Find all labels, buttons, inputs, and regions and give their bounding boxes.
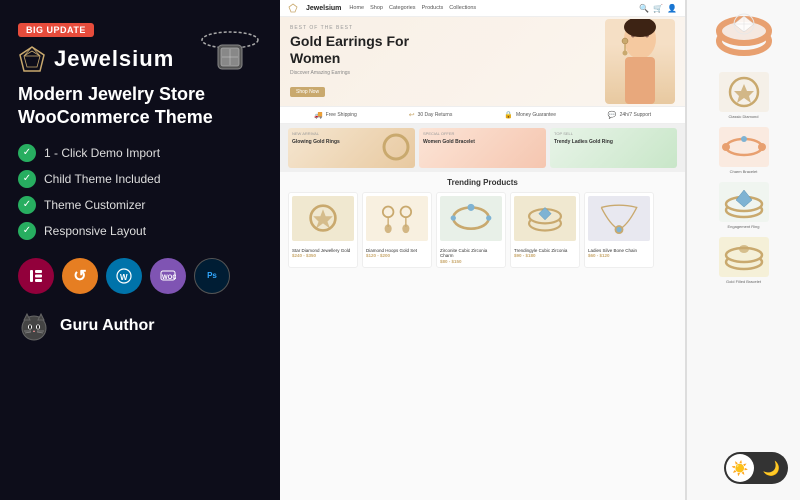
- woman-svg: [605, 19, 675, 104]
- side-item-3: Engagement Ring: [691, 182, 796, 229]
- left-panel: Big Update Jewelsium Modern Jewelry Stor…: [0, 0, 280, 500]
- guarantee-icon: 🔒: [504, 111, 513, 119]
- side-item-4: Gold Filled Bracelet: [691, 237, 796, 284]
- side-label-3: Engagement Ring: [727, 224, 759, 229]
- banner-1-ring: [381, 132, 411, 162]
- hero-text: BEST OF THE BEST Gold Earrings For Women…: [290, 25, 605, 99]
- products-section: Trending Products Star Diamond Jewellery…: [280, 172, 685, 500]
- preview-wrapper: Jewelsium Home Shop Categories Products …: [280, 0, 800, 500]
- author-row: Guru Author: [18, 310, 262, 342]
- product-price-3: $80 - $150: [440, 259, 502, 264]
- svg-text:WOO: WOO: [162, 275, 176, 281]
- banner-2-label: Women Gold Bracelet: [419, 136, 546, 148]
- main-preview: Jewelsium Home Shop Categories Products …: [280, 0, 685, 500]
- section-title: Trending Products: [288, 178, 677, 187]
- product-price-2: $120 - $200: [366, 253, 428, 258]
- diamond-icon: [18, 45, 46, 73]
- theme-nav-logo: Jewelsium: [306, 5, 341, 12]
- side-ring-decoration: [691, 6, 796, 66]
- check-icon-2: ✓: [18, 170, 36, 188]
- page-container: Big Update Jewelsium Modern Jewelry Stor…: [0, 0, 800, 500]
- theme-nav-items: Home Shop Categories Products Collection…: [349, 5, 476, 11]
- theme-nav-actions: 🔍 🛒 👤: [639, 4, 677, 13]
- returns-icon: ↩: [409, 111, 415, 119]
- side-img-2: [719, 127, 769, 167]
- side-item-2: Charm Bracelet: [691, 127, 796, 174]
- moon-icon: 🌙: [763, 460, 780, 477]
- feature-guarantee: 🔒 Money Guarantee: [504, 111, 556, 119]
- product-price-5: $60 - $120: [588, 253, 650, 258]
- feature-support: 💬 24h/7 Support: [608, 111, 651, 119]
- banners-row: NEW ARRIVAL Glowing Gold Rings SPECIAL O…: [280, 124, 685, 172]
- hero-label: BEST OF THE BEST: [290, 25, 605, 31]
- product-card-4: Trendingyle Cubic Zirconia $90 - $180: [510, 192, 580, 268]
- theme-toggle[interactable]: ☀️ 🌙: [724, 452, 788, 484]
- banner-3-label: Trendy Ladies Gold Ring: [550, 136, 677, 148]
- elementor-badge: [18, 258, 54, 294]
- banner-2: SPECIAL OFFER Women Gold Bracelet: [419, 128, 546, 168]
- side-img-4: [719, 237, 769, 277]
- shipping-icon: 🚚: [314, 111, 323, 119]
- necklace-decoration: [190, 10, 270, 100]
- check-icon-3: ✓: [18, 196, 36, 214]
- product-name-3: Zirconite Cubic Zirconia Charm: [440, 248, 502, 259]
- svg-text:W: W: [120, 273, 128, 282]
- support-icon: 💬: [608, 111, 617, 119]
- customizer-badge: ↺: [62, 258, 98, 294]
- hero-woman-image: [605, 19, 675, 104]
- sun-icon: ☀️: [731, 460, 748, 477]
- theme-nav: Jewelsium Home Shop Categories Products …: [280, 0, 685, 17]
- big-update-badge: Big Update: [18, 23, 94, 37]
- product-card-5: Ladies Silve Bone Chain $60 - $120: [584, 192, 654, 268]
- side-item-1: Classic Diamond: [691, 72, 796, 119]
- product-img-5: [588, 196, 650, 241]
- features-bar: 🚚 Free Shipping ↩ 30 Day Returns 🔒 Money…: [280, 107, 685, 124]
- banner-3: TOP SELL Trendy Ladies Gold Ring: [550, 128, 677, 168]
- side-label-1: Classic Diamond: [728, 114, 758, 119]
- product-img-2: [366, 196, 428, 241]
- hero-cta-button[interactable]: Shop Now: [290, 87, 325, 97]
- product-price-4: $90 - $180: [514, 253, 576, 258]
- brand-name: Jewelsium: [54, 46, 174, 72]
- side-preview: Classic Diamond Charm Bracelet: [685, 0, 800, 500]
- author-label: Guru Author: [60, 317, 155, 335]
- hero-subtitle: Discover Amazing Earrings: [290, 70, 605, 76]
- products-grid: Star Diamond Jewellery Gold $240 - $350: [288, 192, 677, 268]
- guru-author-icon: [18, 310, 50, 342]
- feature-item-3: ✓ Theme Customizer: [18, 196, 262, 214]
- banner-1: NEW ARRIVAL Glowing Gold Rings: [288, 128, 415, 168]
- hero-title: Gold Earrings For Women: [290, 33, 605, 67]
- product-img-1: [292, 196, 354, 241]
- plugin-icons-row: ↺ W WOO Ps: [18, 258, 262, 294]
- feature-shipping: 🚚 Free Shipping: [314, 111, 357, 119]
- product-img-3: [440, 196, 502, 241]
- feature-item-1: ✓ 1 - Click Demo Import: [18, 144, 262, 162]
- product-price-1: $240 - $350: [292, 253, 354, 258]
- feature-returns: ↩ 30 Day Returns: [409, 111, 453, 119]
- product-img-4: [514, 196, 576, 241]
- woocommerce-badge: WOO: [150, 258, 186, 294]
- product-card-2: Diamond Hoops Gold Set $120 - $200: [362, 192, 432, 268]
- right-panel: Jewelsium Home Shop Categories Products …: [280, 0, 800, 500]
- product-card-1: Star Diamond Jewellery Gold $240 - $350: [288, 192, 358, 268]
- toggle-track[interactable]: ☀️ 🌙: [724, 452, 788, 484]
- toggle-thumb-light: ☀️: [726, 454, 754, 482]
- photoshop-badge: Ps: [194, 258, 230, 294]
- side-label-2: Charm Bracelet: [730, 169, 758, 174]
- feature-item-2: ✓ Child Theme Included: [18, 170, 262, 188]
- feature-item-4: ✓ Responsive Layout: [18, 222, 262, 240]
- ring-decoration-svg: [714, 6, 774, 61]
- features-list: ✓ 1 - Click Demo Import ✓ Child Theme In…: [18, 144, 262, 240]
- theme-hero: BEST OF THE BEST Gold Earrings For Women…: [280, 17, 685, 107]
- check-icon-4: ✓: [18, 222, 36, 240]
- product-card-3: Zirconite Cubic Zirconia Charm $80 - $15…: [436, 192, 506, 268]
- side-label-4: Gold Filled Bracelet: [726, 279, 761, 284]
- check-icon-1: ✓: [18, 144, 36, 162]
- wordpress-badge: W: [106, 258, 142, 294]
- side-img-1: [719, 72, 769, 112]
- theme-nav-diamond: [288, 3, 298, 13]
- side-img-3: [719, 182, 769, 222]
